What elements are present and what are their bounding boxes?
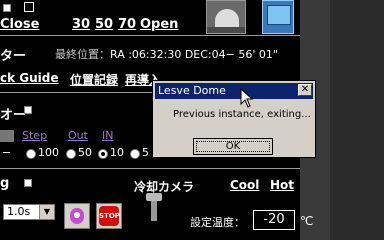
step-radio-50[interactable]	[66, 149, 76, 159]
dome-image	[206, 0, 246, 34]
dome-close-link[interactable]: Close	[0, 17, 39, 32]
divider	[0, 35, 300, 36]
mouse-cursor-icon	[240, 88, 254, 108]
hot-link[interactable]: Hot	[270, 178, 294, 192]
chevron-down-icon[interactable]: ▼	[39, 205, 54, 219]
step-radio-5[interactable]	[130, 149, 140, 159]
position-record-link[interactable]: 位置記録	[70, 71, 118, 88]
set-temp-label: 設定温度：	[190, 216, 245, 229]
camera-capture-icon[interactable]	[64, 203, 90, 229]
step-5-label: 5	[142, 146, 149, 159]
thermometer-icon	[143, 193, 165, 223]
telescope-title: ター	[0, 49, 27, 64]
set-temp-input[interactable]: -20	[253, 210, 295, 230]
exposure-checkbox[interactable]	[24, 179, 32, 187]
out-label[interactable]: Out	[68, 129, 88, 142]
stop-icon[interactable]: STOP	[96, 203, 122, 229]
stop-icon-label: STOP	[99, 206, 120, 226]
focuser-title: オー	[0, 108, 27, 123]
step-10-label: 10	[110, 146, 124, 159]
focuser-dash: −	[2, 146, 12, 159]
step-label: Step	[22, 129, 48, 142]
dome-70-link[interactable]: 70	[118, 17, 136, 32]
dialog-window: Lesve Dome ✕ Previous instance, exiting.…	[152, 80, 316, 158]
in-label[interactable]: IN	[102, 129, 113, 142]
dome-open-link[interactable]: Open	[140, 17, 178, 32]
focuser-checkbox[interactable]	[24, 106, 32, 114]
cool-link[interactable]: Cool	[230, 178, 259, 192]
temp-unit: ℃	[300, 214, 314, 228]
monitor-icon[interactable]	[262, 0, 294, 34]
track-guide-link[interactable]: ck Guide	[0, 71, 59, 85]
dome-window-checkbox[interactable]	[24, 2, 34, 12]
focuser-color-swatch	[0, 130, 14, 142]
ok-focus-rect	[196, 141, 270, 152]
step-radio-10[interactable]	[98, 149, 108, 159]
exposure-select[interactable]: 1.0s ▼	[3, 204, 55, 220]
telescope-position-row: 最終位置：RA :06:32:30 DEC:04− 56' 01"	[55, 46, 278, 62]
dialog-message: Previous instance, exiting...	[173, 109, 311, 120]
divider	[0, 92, 152, 93]
step-radio-100[interactable]	[26, 149, 36, 159]
right-panel-inner	[330, 0, 384, 240]
ok-button[interactable]: OK	[193, 138, 273, 155]
step-50-label: 50	[78, 146, 92, 159]
last-position-label: 最終位置：	[55, 48, 110, 61]
step-100-label: 100	[38, 146, 59, 159]
exposure-value: 1.0s	[7, 205, 31, 218]
dome-50-link[interactable]: 50	[95, 17, 113, 32]
dialog-title: Lesve Dome	[155, 83, 313, 99]
telescope-position: RA :06:32:30 DEC:04− 56' 01"	[110, 48, 278, 61]
dome-30-link[interactable]: 30	[72, 17, 90, 32]
exposure-section-title: g	[0, 176, 10, 191]
dome-checkbox[interactable]	[3, 4, 11, 12]
divider	[0, 168, 300, 169]
close-icon[interactable]: ✕	[298, 84, 312, 96]
